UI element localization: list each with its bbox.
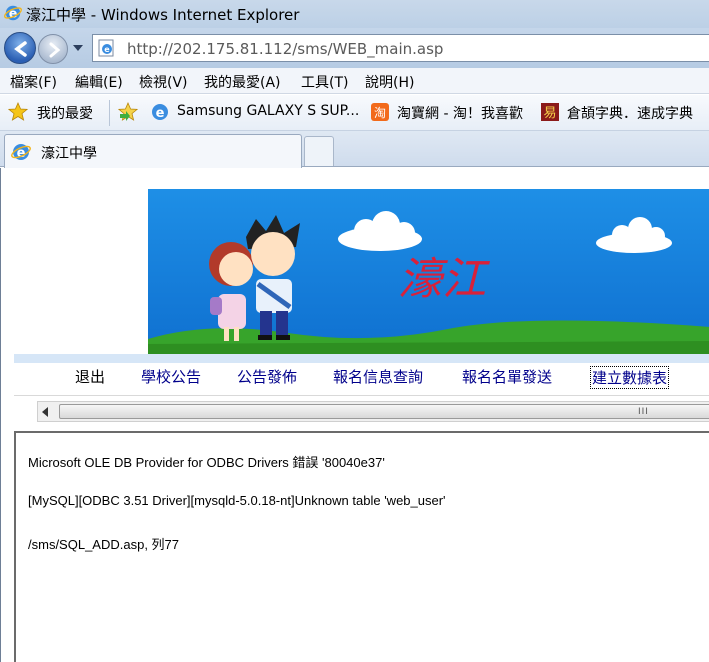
favorites-star-icon xyxy=(8,102,28,121)
svg-text:e: e xyxy=(104,45,110,54)
nav-top-strip xyxy=(14,354,709,363)
main-frame: Microsoft OLE DB Provider for ODBC Drive… xyxy=(14,431,709,662)
favorites-separator xyxy=(109,100,110,126)
nav-create-table-link[interactable]: 建立數據表 xyxy=(590,366,670,389)
new-tab-button[interactable] xyxy=(304,136,334,166)
menu-file[interactable]: 檔案(F) xyxy=(10,72,57,92)
scrollbar-thumb[interactable]: III xyxy=(59,404,709,419)
cangjie-icon: 易 xyxy=(541,103,559,121)
error-provider-line: Microsoft OLE DB Provider for ODBC Drive… xyxy=(28,455,385,470)
forward-button[interactable] xyxy=(38,34,68,64)
history-dropdown-icon[interactable] xyxy=(71,42,85,54)
page-content: 濠江 退出 學校公告 公告發佈 報名信息查詢 報名名單發送 建立數據表 III … xyxy=(0,168,709,662)
nav-logout-link[interactable]: 退出 xyxy=(75,366,105,387)
scroll-left-icon[interactable] xyxy=(42,407,48,417)
nav-send-list-link[interactable]: 報名名單發送 xyxy=(462,366,552,387)
favorites-button[interactable]: 我的最愛 xyxy=(37,103,93,123)
taobao-icon: 淘 xyxy=(371,103,389,121)
school-banner: 濠江 xyxy=(148,189,709,354)
svg-text:淘: 淘 xyxy=(374,106,386,120)
nav-school-notice-link[interactable]: 學校公告 xyxy=(141,366,201,387)
address-bar[interactable]: e http://202.175.81.112/sms/WEB_main.asp xyxy=(92,34,709,62)
tab-active[interactable]: e 濠江中學 xyxy=(4,134,302,168)
favorites-bar: 我的最愛 e Samsung GALAXY S SUP... 淘 淘寶網 - 淘… xyxy=(0,95,709,131)
scrollbar-grip: III xyxy=(638,407,649,417)
menu-bar: 檔案(F) 編輯(E) 檢視(V) 我的最愛(A) 工具(T) 說明(H) xyxy=(0,68,709,94)
favorite-samsung[interactable]: Samsung GALAXY S SUP... xyxy=(177,103,359,119)
svg-text:e: e xyxy=(156,106,165,121)
horizontal-scrollbar[interactable]: III xyxy=(37,401,709,422)
menu-edit[interactable]: 編輯(E) xyxy=(75,72,123,92)
menu-view[interactable]: 檢視(V) xyxy=(139,72,188,92)
add-favorite-icon[interactable] xyxy=(118,102,138,122)
title-bar: e 濠江中學 - Windows Internet Explorer xyxy=(0,0,709,28)
menu-help[interactable]: 說明(H) xyxy=(365,72,414,92)
svg-text:易: 易 xyxy=(543,106,556,121)
menu-tools[interactable]: 工具(T) xyxy=(301,72,348,92)
tab-label: 濠江中學 xyxy=(41,146,97,162)
favorite-cangjie[interactable]: 倉頡字典．速成字典 xyxy=(567,103,693,123)
nav-publish-notice-link[interactable]: 公告發佈 xyxy=(237,366,297,387)
page-icon: e xyxy=(98,39,114,57)
back-arrow-icon xyxy=(14,41,27,57)
forward-arrow-icon xyxy=(49,42,61,58)
banner-logo-text: 濠江 xyxy=(398,254,490,305)
ie-icon: e xyxy=(4,6,22,21)
error-detail-line: [MySQL][ODBC 3.51 Driver][mysqld-5.0.18-… xyxy=(28,493,446,508)
nav-divider xyxy=(14,395,709,396)
back-button[interactable] xyxy=(4,32,36,64)
error-location-line: /sms/SQL_ADD.asp, 列77 xyxy=(28,537,179,552)
ie-page-icon: e xyxy=(152,104,168,121)
favorite-taobao[interactable]: 淘寶網 - 淘！我喜歡 xyxy=(397,103,523,123)
window-title: 濠江中學 - Windows Internet Explorer xyxy=(26,6,300,24)
menu-favorites[interactable]: 我的最愛(A) xyxy=(204,72,281,92)
address-toolbar: e http://202.175.81.112/sms/WEB_main.asp xyxy=(0,28,709,68)
address-url[interactable]: http://202.175.81.112/sms/WEB_main.asp xyxy=(127,40,443,58)
tab-ie-icon: e xyxy=(11,144,31,161)
nav-enrollment-query-link[interactable]: 報名信息查詢 xyxy=(333,366,423,387)
tab-bar: e 濠江中學 xyxy=(0,131,709,168)
